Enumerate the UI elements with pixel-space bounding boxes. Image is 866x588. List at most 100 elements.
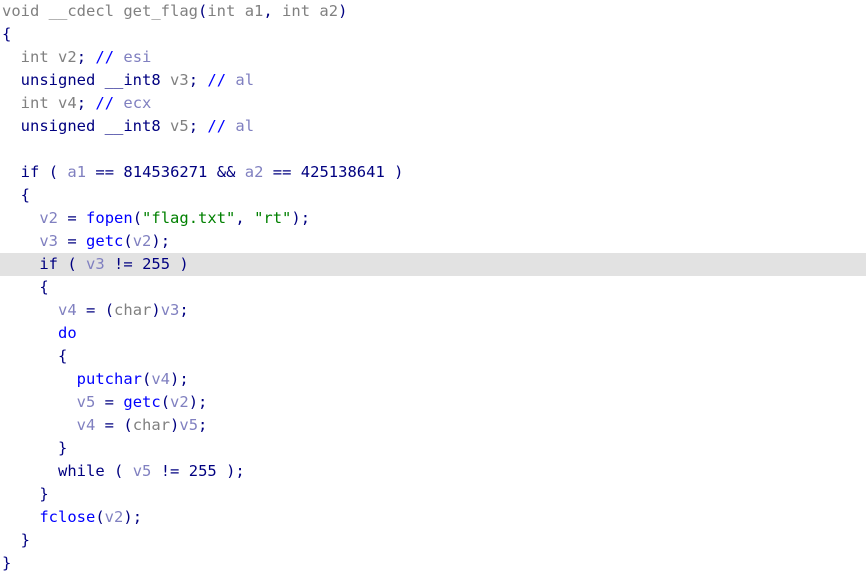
code-line[interactable]: { — [0, 276, 866, 299]
code-line[interactable]: v4 = (char)v5; — [0, 414, 866, 437]
code-token-libfunc: getc — [86, 232, 124, 250]
code-token-punct: ) — [188, 393, 199, 411]
code-line[interactable]: } — [0, 483, 866, 506]
code-line[interactable]: while ( v5 != 255 ); — [0, 460, 866, 483]
code-token-type: char — [132, 416, 171, 434]
code-line[interactable]: fclose(v2); — [0, 506, 866, 529]
code-token-commentmark: // — [95, 94, 115, 112]
code-line[interactable]: putchar(v4); — [0, 368, 866, 391]
code-token-punct: ( — [123, 416, 133, 434]
decompiler-pseudocode-view[interactable]: void __cdecl get_flag(int a1, int a2) { i… — [0, 0, 866, 588]
code-line[interactable]: void __cdecl get_flag(int a1, int a2) — [0, 0, 866, 23]
code-token-punct: ) — [394, 163, 404, 181]
code-token-punct: } — [2, 554, 12, 572]
code-line[interactable]: unsigned __int8 v5; // al — [0, 115, 866, 138]
code-line[interactable]: { — [0, 23, 866, 46]
code-token-punct: ( — [67, 255, 77, 273]
code-token-type: v4 — [58, 94, 77, 112]
code-token-operator: = — [104, 416, 115, 434]
code-line[interactable]: } — [0, 552, 866, 575]
code-line[interactable] — [0, 138, 866, 161]
code-lines-container[interactable]: void __cdecl get_flag(int a1, int a2) { i… — [0, 0, 866, 575]
code-token-punct: ) — [170, 416, 180, 434]
code-token-punct: ( — [141, 370, 152, 388]
code-line[interactable]: if ( v3 != 255 ) — [0, 253, 866, 276]
code-token-localvar: v4 — [76, 416, 96, 434]
code-line[interactable]: int v4; // ecx — [0, 92, 866, 115]
code-token-punct: { — [2, 25, 12, 43]
code-token-punct: ; — [76, 48, 87, 66]
code-token-type: int — [282, 2, 311, 20]
code-token-comment: al — [235, 117, 255, 135]
code-line[interactable]: int v2; // esi — [0, 46, 866, 69]
code-token-punct: ; — [198, 393, 208, 411]
code-line[interactable]: do — [0, 322, 866, 345]
code-token-commentmark: // — [207, 71, 227, 89]
code-token-punct: , — [235, 209, 245, 227]
code-line[interactable]: v4 = (char)v3; — [0, 299, 866, 322]
code-token-punct: ) — [151, 232, 161, 250]
code-line[interactable]: } — [0, 529, 866, 552]
code-token-type: a1 — [244, 2, 264, 20]
code-token-localvar: v5 — [132, 462, 152, 480]
code-token-operator: = — [67, 232, 77, 250]
code-token-keyword: __int8 — [104, 117, 161, 135]
code-token-type: int — [20, 48, 49, 66]
code-token-punct: ( — [48, 163, 59, 181]
code-token-localvar: v4 — [151, 370, 170, 388]
code-token-punct: ( — [104, 301, 115, 319]
code-line[interactable]: { — [0, 345, 866, 368]
code-line[interactable]: v3 = getc(v2); — [0, 230, 866, 253]
code-line[interactable]: if ( a1 == 814536271 && a2 == 425138641 … — [0, 161, 866, 184]
code-token-localvar: v5 — [76, 393, 96, 411]
code-token-punct: ) — [123, 508, 133, 526]
code-token-localvar: a1 — [67, 163, 87, 181]
code-token-type: v5 — [170, 117, 189, 135]
code-token-punct: ; — [160, 232, 171, 250]
code-line[interactable]: { — [0, 184, 866, 207]
code-token-operator: != — [114, 255, 133, 273]
code-token-punct: ; — [179, 301, 189, 319]
code-token-number: 425138641 — [300, 163, 385, 181]
code-token-keyword: unsigned — [20, 117, 96, 135]
code-token-punct: } — [39, 485, 49, 503]
code-line[interactable]: v2 = fopen("flag.txt", "rt"); — [0, 207, 866, 230]
code-token-libfunc: do — [58, 324, 77, 342]
code-line[interactable]: } — [0, 437, 866, 460]
code-token-operator: && — [216, 163, 236, 181]
code-line[interactable]: v5 = getc(v2); — [0, 391, 866, 414]
code-token-localvar: v2 — [170, 393, 189, 411]
code-token-type: v2 — [58, 48, 77, 66]
code-token-punct: ) — [151, 301, 161, 319]
code-token-comment: esi — [123, 48, 152, 66]
code-token-string: "flag.txt" — [142, 209, 236, 227]
code-token-comment: ecx — [123, 94, 152, 112]
code-token-keyword: if — [39, 255, 58, 273]
code-line[interactable]: unsigned __int8 v3; // al — [0, 69, 866, 92]
code-token-punct: ( — [132, 209, 143, 227]
code-token-punct: } — [58, 439, 68, 457]
code-token-punct: ( — [123, 232, 133, 250]
code-token-punct: ; — [179, 370, 189, 388]
